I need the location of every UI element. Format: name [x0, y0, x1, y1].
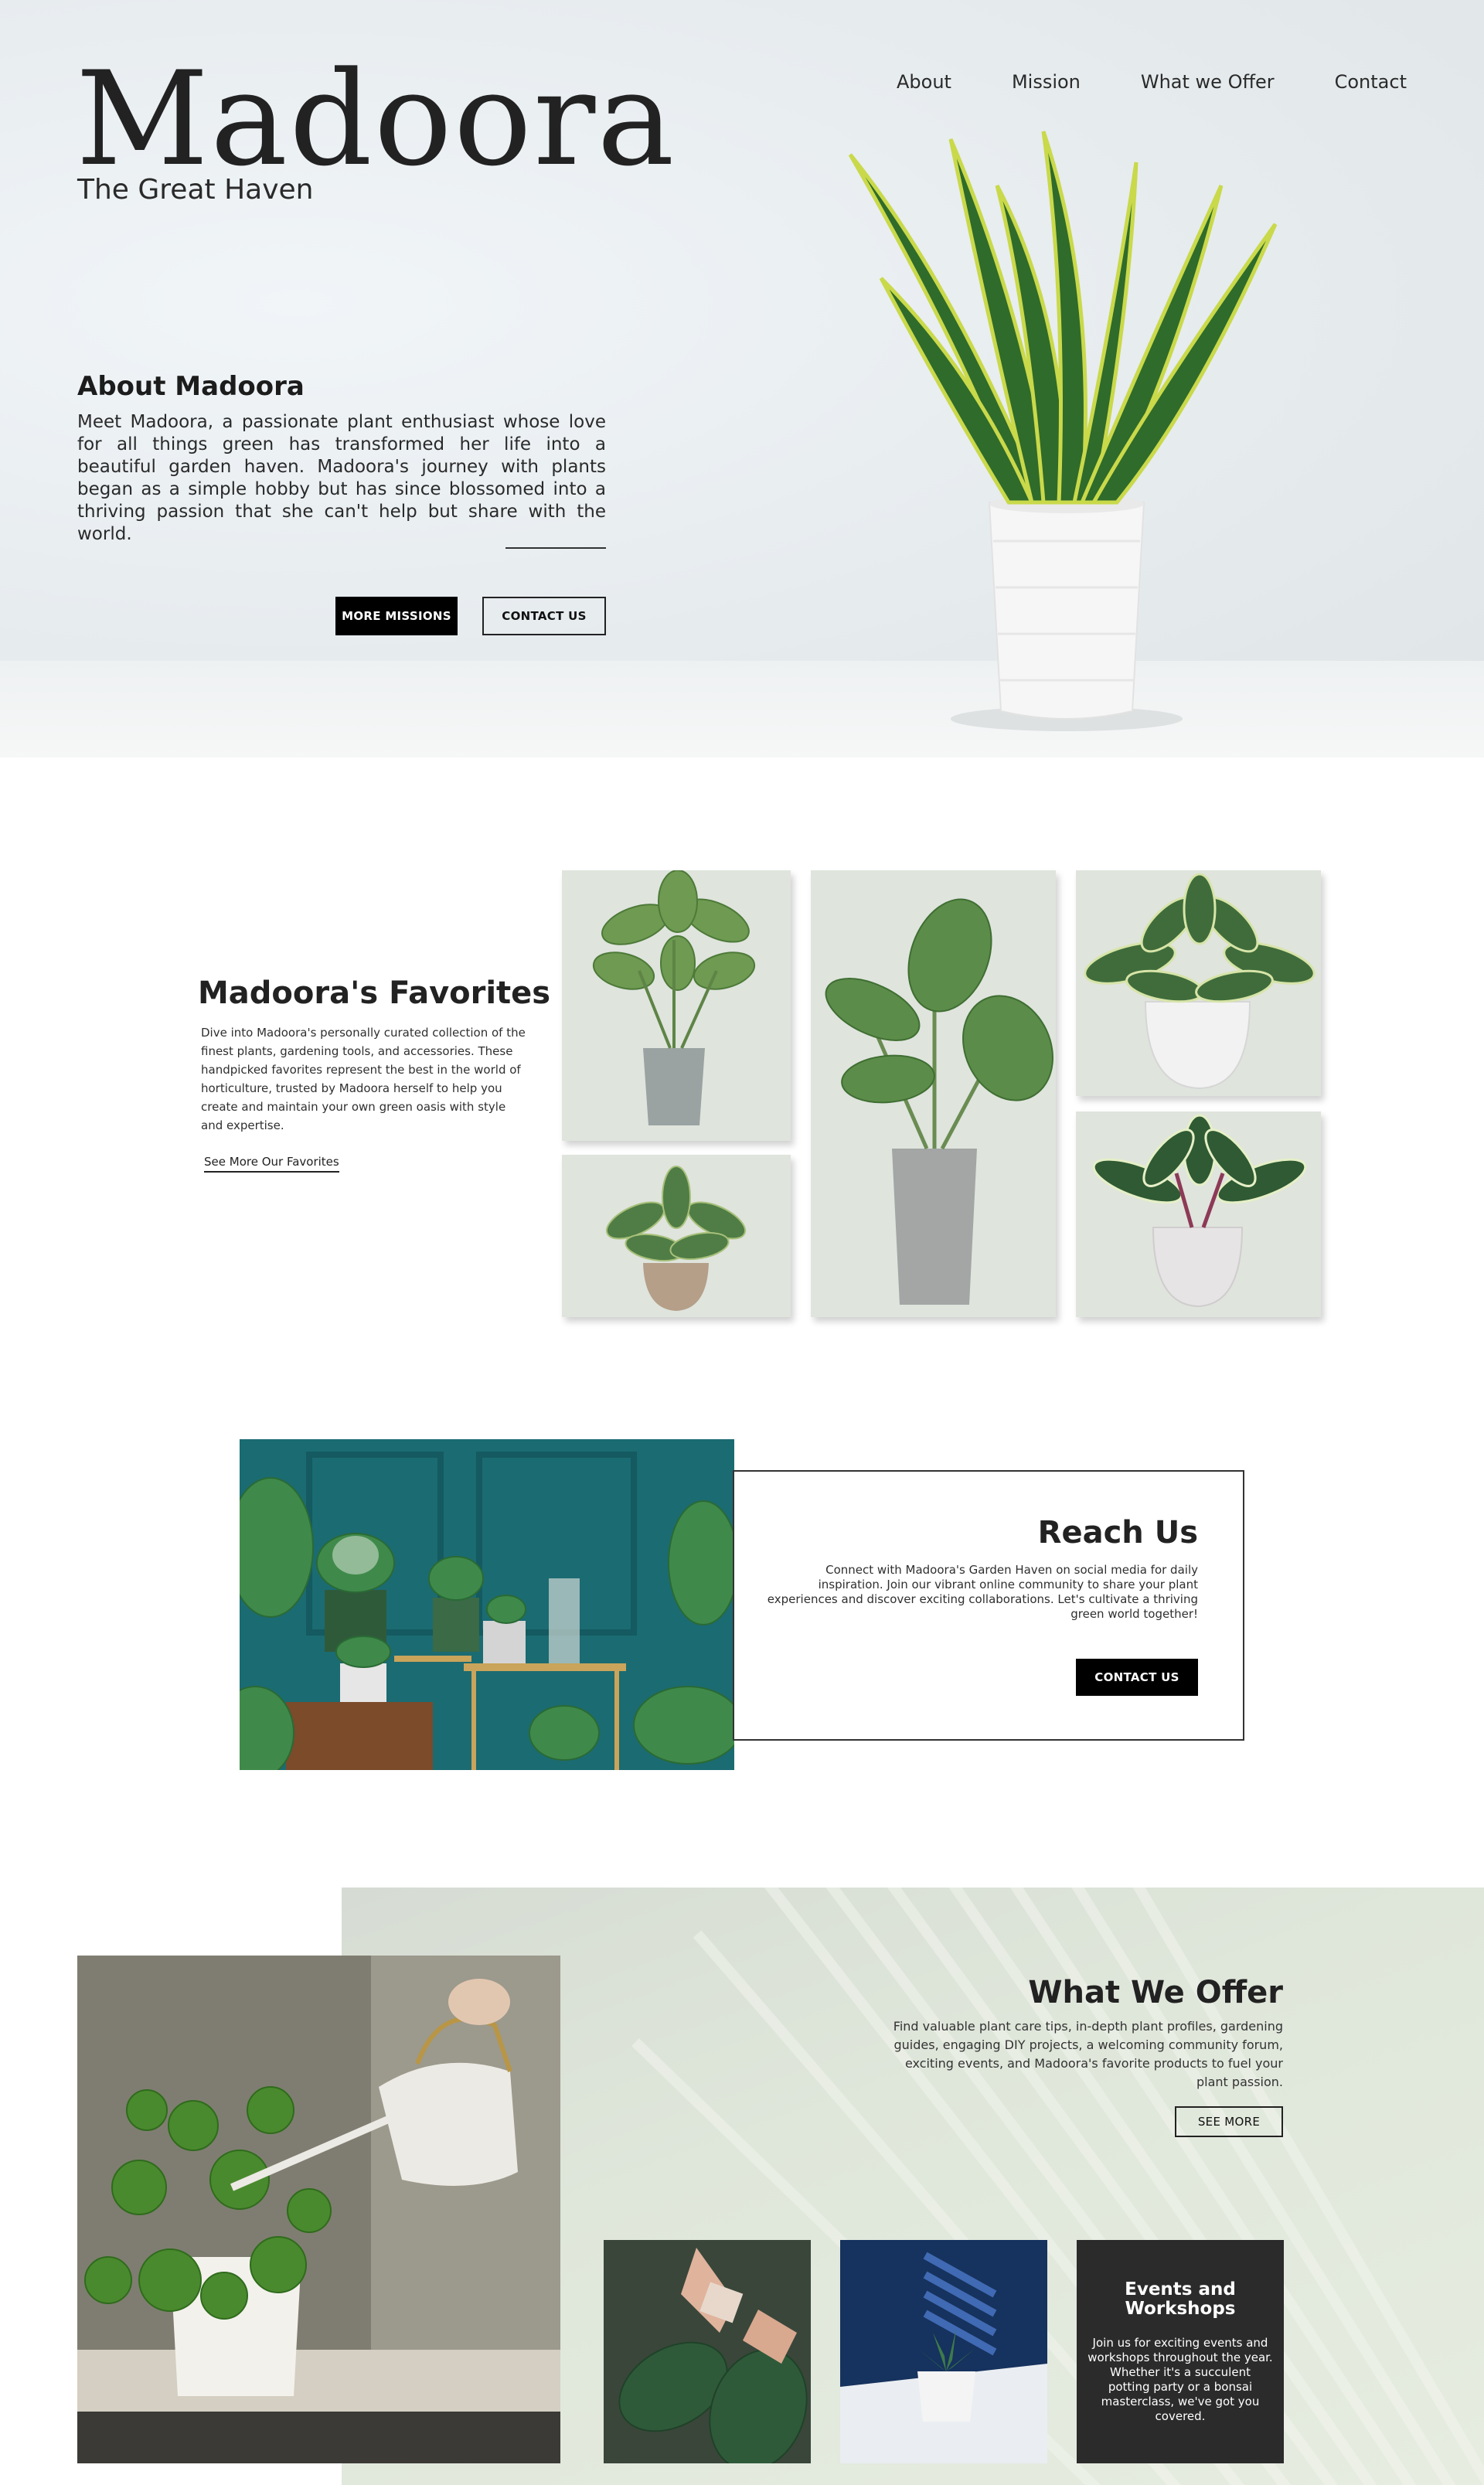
favorite-plant-card[interactable] — [562, 1155, 791, 1317]
see-more-button[interactable]: SEE MORE — [1175, 2106, 1283, 2137]
plant-image — [592, 870, 756, 1125]
offer-text: Find valuable plant care tips, in-depth … — [893, 2019, 1283, 2089]
plant-image — [825, 898, 1053, 1305]
offer-heading: What We Offer — [1028, 1975, 1283, 2010]
plant-care-image[interactable] — [604, 2240, 811, 2463]
reach-contact-us-button[interactable]: CONTACT US — [1076, 1659, 1198, 1696]
reach-us-card: Reach Us Connect with Madoora's Garden H… — [733, 1470, 1244, 1741]
reach-us-text: Connect with Madoora's Garden Haven on s… — [767, 1563, 1198, 1621]
favorite-plant-card[interactable] — [811, 870, 1056, 1317]
about-text: Meet Madoora, a passionate plant enthusi… — [77, 412, 606, 544]
favorite-plant-card[interactable] — [562, 870, 791, 1141]
plant-image — [1092, 1114, 1307, 1308]
about-divider — [505, 547, 606, 549]
more-missions-button[interactable]: MORE MISSIONS — [335, 597, 458, 635]
events-workshops-card[interactable]: Events and Workshops Join us for excitin… — [1077, 2240, 1284, 2463]
nav-item-what-we-offer[interactable]: What we Offer — [1141, 71, 1275, 93]
favorite-plant-card[interactable] — [1076, 870, 1321, 1096]
events-text: Join us for exciting events and workshop… — [1087, 2336, 1273, 2423]
plant-shelf-illustration — [240, 1439, 734, 1770]
watering-plant-image — [77, 1956, 560, 2463]
succulent-illustration — [840, 2240, 1047, 2463]
about-heading: About Madoora — [77, 371, 305, 402]
favorite-plant-card[interactable] — [1076, 1111, 1321, 1317]
events-heading: Events and Workshops — [1125, 2279, 1236, 2319]
main-nav: About Mission What we Offer Contact — [897, 71, 1407, 93]
leaf-cleaning-illustration — [604, 2240, 811, 2463]
brand-tagline: The Great Haven — [77, 174, 314, 206]
plant-shelf-image — [240, 1439, 734, 1770]
nav-item-mission[interactable]: Mission — [1012, 71, 1081, 93]
reach-us-heading: Reach Us — [1037, 1515, 1198, 1551]
plant-image — [605, 1166, 747, 1311]
nav-item-contact[interactable]: Contact — [1335, 71, 1407, 93]
favorites-text: Dive into Madoora's personally curated c… — [201, 1026, 526, 1132]
see-more-favorites-link[interactable]: See More Our Favorites — [204, 1155, 339, 1173]
watering-plant-illustration — [77, 1956, 560, 2463]
favorites-heading: Madoora's Favorites — [198, 975, 551, 1011]
brand-logo[interactable]: Madoora — [76, 54, 676, 184]
succulent-image[interactable] — [840, 2240, 1047, 2463]
plant-image — [1084, 873, 1316, 1090]
contact-us-button[interactable]: CONTACT US — [482, 597, 606, 635]
nav-item-about[interactable]: About — [897, 71, 951, 93]
hero-section: Madoora The Great Haven About Mission Wh… — [0, 0, 1484, 757]
snake-plant-image — [848, 131, 1278, 731]
